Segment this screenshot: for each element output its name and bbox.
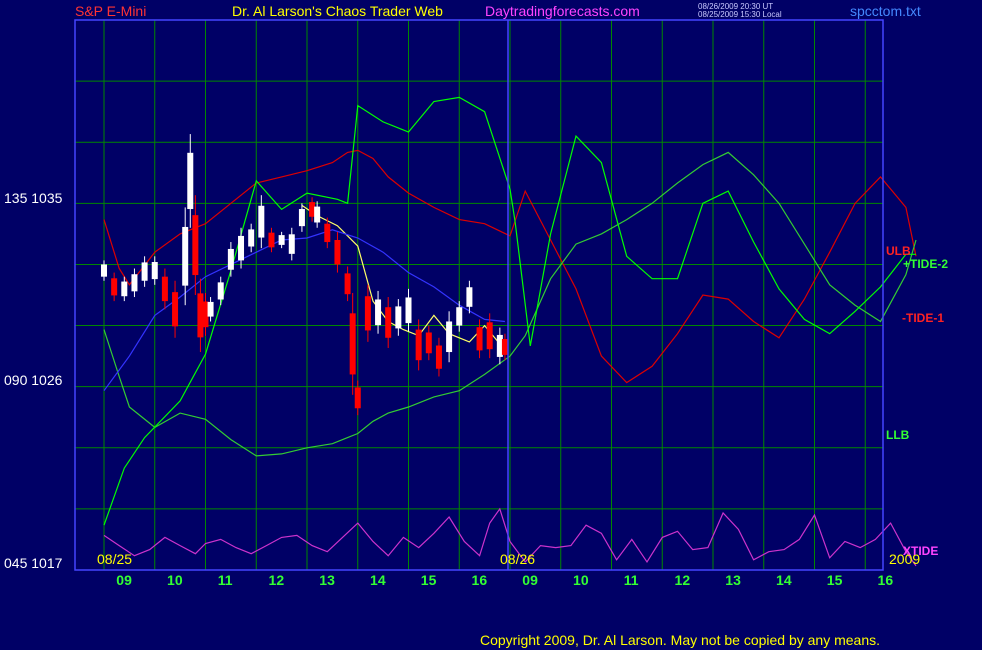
y-label-1035: 135 1035 xyxy=(4,190,63,206)
series-label-ulb: ULB xyxy=(886,244,911,258)
price-bar-body xyxy=(121,281,128,297)
price-bar-body xyxy=(207,301,214,317)
price-bar-body xyxy=(501,339,508,355)
series-label-tide-plus2: +TIDE-2 xyxy=(903,257,949,271)
price-bar-body xyxy=(354,387,361,409)
price-bar-body xyxy=(151,262,158,280)
price-bar-body xyxy=(217,282,224,300)
price-bar-body xyxy=(466,287,473,307)
price-bar-body xyxy=(298,209,305,227)
price-bar-body xyxy=(278,235,285,245)
price-bar-body xyxy=(425,332,432,354)
x-tick-label: 16 xyxy=(471,572,488,588)
x-tick-label: 12 xyxy=(268,572,285,588)
x-tick-label: 12 xyxy=(674,572,691,588)
price-bar-body xyxy=(182,226,189,286)
price-bar-body xyxy=(111,278,118,296)
chart-title: Dr. Al Larson's Chaos Trader Web xyxy=(232,3,443,19)
series-label-llb: LLB xyxy=(886,428,910,442)
price-bar-body xyxy=(268,232,275,248)
y-label-1026: 090 1026 xyxy=(4,372,63,388)
price-bar-body xyxy=(141,262,148,281)
x-tick-label: 09 xyxy=(522,572,538,588)
y-label-1017: 045 1017 xyxy=(4,555,63,571)
site-label[interactable]: Daytradingforecasts.com xyxy=(485,3,640,19)
price-bar-body xyxy=(248,229,255,247)
price-bar-body xyxy=(324,223,331,243)
price-bar-body xyxy=(435,345,442,369)
price-bar-body xyxy=(334,240,341,265)
price-bar-body xyxy=(385,307,392,338)
price-bar-body xyxy=(415,329,422,361)
price-bar-body xyxy=(131,274,138,292)
price-bar-body xyxy=(364,296,371,331)
date-label-day2: 08/26 xyxy=(500,551,536,567)
price-bar-body xyxy=(314,206,321,223)
price-bar-body xyxy=(238,235,245,261)
price-bar-body xyxy=(375,299,382,326)
price-bar-body xyxy=(486,322,493,350)
price-bar-body xyxy=(344,273,351,295)
series-label-tide-minus1: -TIDE-1 xyxy=(902,311,944,325)
instrument-label: S&P E-Mini xyxy=(75,3,147,19)
copyright-notice: Copyright 2009, Dr. Al Larson. May not b… xyxy=(480,632,881,648)
price-chart xyxy=(74,19,917,571)
x-tick-label: 14 xyxy=(776,572,792,588)
price-bar-body xyxy=(161,276,168,302)
price-bar-body xyxy=(192,215,199,276)
price-bar-body xyxy=(476,327,483,351)
price-bar-body xyxy=(101,264,107,277)
x-tick-label: 16 xyxy=(877,572,894,588)
x-tick-label: 09 xyxy=(116,572,132,588)
x-tick-label: 15 xyxy=(420,572,437,588)
x-tick-label: 10 xyxy=(167,572,183,588)
x-tick-label: 11 xyxy=(217,572,233,588)
price-bar-body xyxy=(258,205,265,238)
price-bar-body xyxy=(446,321,453,353)
x-tick-label: 10 xyxy=(573,572,589,588)
file-label: spcctom.txt xyxy=(850,3,921,19)
price-bar-body xyxy=(349,313,356,375)
x-tick-label: 11 xyxy=(623,572,639,588)
price-bar-body xyxy=(456,307,463,326)
price-bar-body xyxy=(227,248,234,270)
timestamp-local: 08/25/2009 15:30 Local xyxy=(698,10,782,19)
price-bar-body xyxy=(405,297,412,324)
plot-area xyxy=(75,20,883,570)
price-bar-body xyxy=(395,306,402,329)
price-bar-body xyxy=(288,234,295,254)
series-label-xtide: XTIDE xyxy=(903,544,939,558)
date-label-day1: 08/25 xyxy=(97,551,133,567)
x-tick-label: 14 xyxy=(370,572,386,588)
x-tick-label: 13 xyxy=(319,572,335,588)
x-tick-label: 13 xyxy=(725,572,741,588)
price-bar-body xyxy=(187,152,194,210)
price-bar-body xyxy=(172,292,179,327)
x-tick-label: 15 xyxy=(826,572,843,588)
